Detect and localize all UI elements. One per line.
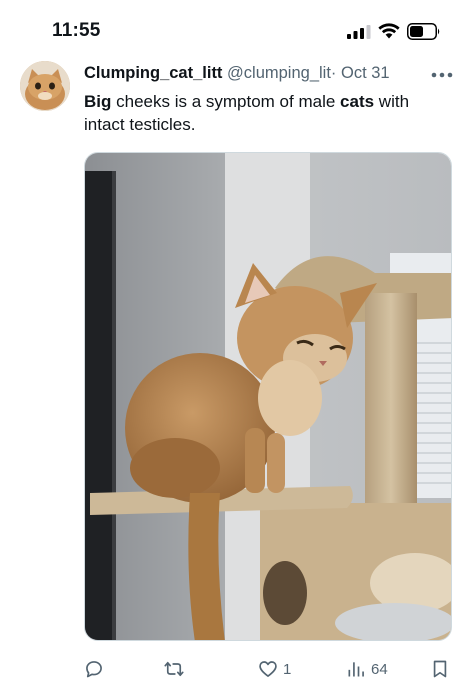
bookmark-button[interactable] xyxy=(430,656,455,682)
reply-button[interactable] xyxy=(84,656,109,682)
tweet-date[interactable]: Oct 31 xyxy=(341,64,390,82)
heart-icon xyxy=(259,661,277,677)
more-horizontal-icon[interactable] xyxy=(431,72,453,78)
avatar-image xyxy=(20,61,70,111)
tweet-header: Clumping_cat_litt @clumping_lit· Oct 31 xyxy=(84,64,390,83)
tweet-text-bold-2: cats xyxy=(340,92,375,111)
retweet-button[interactable] xyxy=(164,656,189,682)
like-count: 1 xyxy=(283,660,292,678)
header-separator: · xyxy=(330,64,337,82)
reply-icon xyxy=(86,661,102,678)
tweet-text-bold-1: Big xyxy=(84,92,112,111)
bookmark-icon xyxy=(433,660,447,678)
views-button[interactable]: 64 xyxy=(346,656,388,682)
status-time: 11:55 xyxy=(52,20,101,41)
user-handle[interactable]: @clumping_lit xyxy=(227,64,331,82)
views-icon xyxy=(348,662,364,677)
wifi-icon xyxy=(378,23,400,39)
cat-photo xyxy=(85,153,451,640)
battery-icon xyxy=(407,23,440,40)
tweet-text-segment-2: cheeks is a symptom of male xyxy=(111,92,341,111)
views-count: 64 xyxy=(371,660,388,678)
tweet-text: Big cheeks is a symptom of male cats wit… xyxy=(84,90,454,136)
avatar[interactable] xyxy=(20,61,70,111)
tweet-media-photo[interactable] xyxy=(84,152,452,641)
cellular-signal-icon xyxy=(347,25,371,39)
retweet-icon xyxy=(164,661,184,677)
status-bar: 11:55 xyxy=(0,0,474,56)
display-name[interactable]: Clumping_cat_litt xyxy=(84,64,222,82)
tweet-action-bar: 1 64 xyxy=(0,652,474,686)
like-button[interactable]: 1 xyxy=(258,656,291,682)
